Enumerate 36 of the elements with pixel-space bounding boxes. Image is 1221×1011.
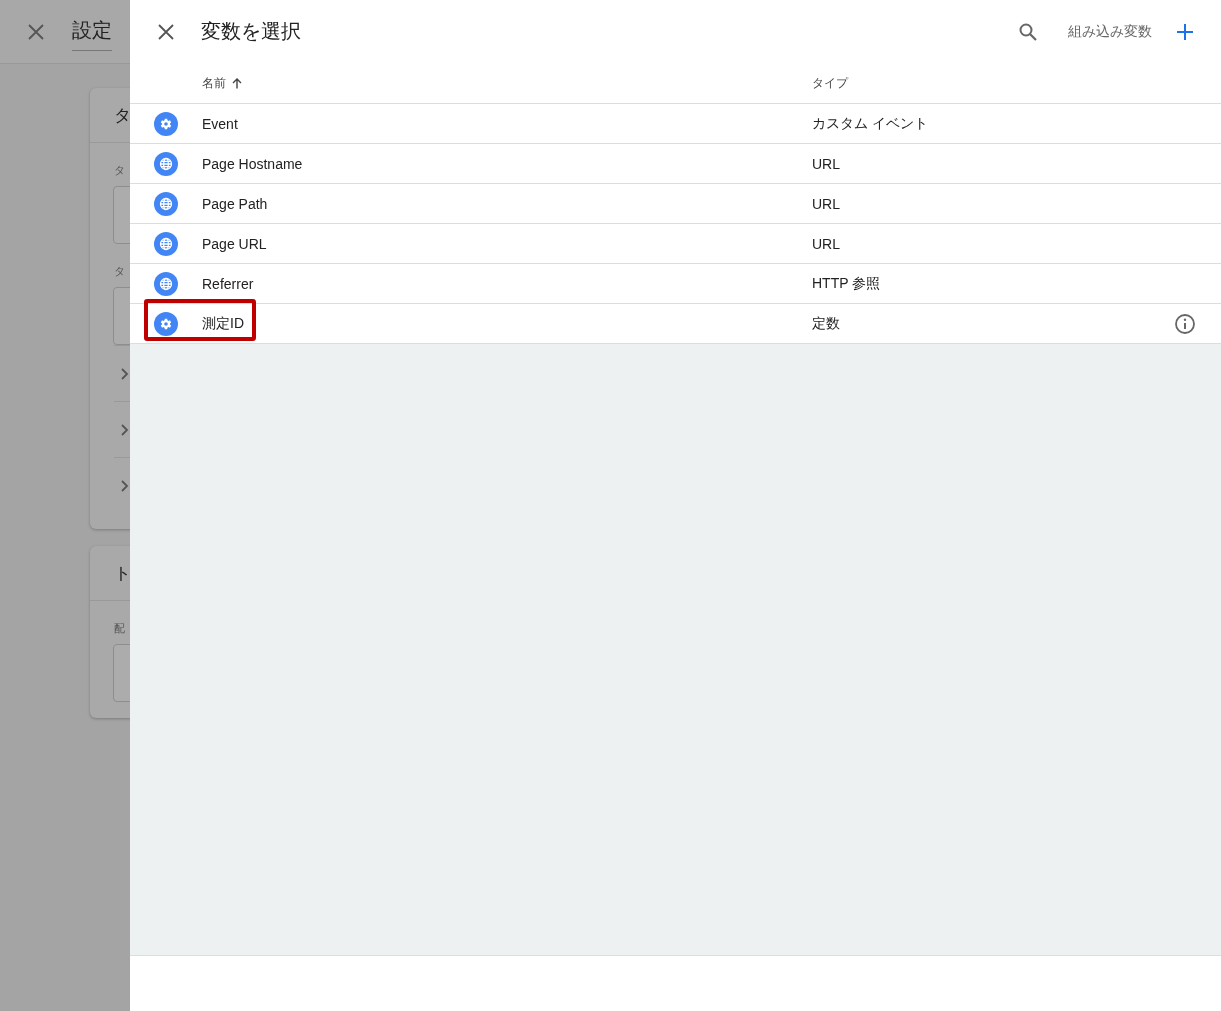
- variable-name: 測定ID: [202, 314, 245, 333]
- variable-type: カスタム イベント: [812, 114, 929, 133]
- variable-name: Event: [202, 115, 239, 132]
- variable-type: 定数: [812, 314, 841, 333]
- chevron-right-icon[interactable]: [120, 367, 130, 380]
- column-header[interactable]: 名前: [202, 74, 226, 92]
- field-label: 配: [114, 621, 126, 636]
- variable-name: Referrer: [202, 275, 255, 292]
- info-icon[interactable]: [1174, 312, 1196, 335]
- page-title: 設定: [72, 12, 112, 51]
- variable-type: URL: [812, 235, 841, 252]
- table-row[interactable]: Page URL URL: [130, 224, 1221, 264]
- field-label: タ: [114, 163, 126, 178]
- variable-type: URL: [812, 195, 841, 212]
- close-icon[interactable]: [157, 22, 175, 41]
- add-icon[interactable]: [1176, 22, 1194, 41]
- panel-title: 変数を選択: [201, 19, 302, 44]
- chevron-right-icon[interactable]: [120, 423, 130, 436]
- builtin-variables-button[interactable]: 組み込み変数: [1064, 18, 1156, 45]
- chevron-right-icon[interactable]: [120, 479, 130, 492]
- variable-type: URL: [812, 155, 841, 172]
- sort-arrow-icon[interactable]: [232, 77, 242, 89]
- column-header[interactable]: タイプ: [812, 74, 848, 92]
- table-row[interactable]: Page Hostname URL: [130, 144, 1221, 184]
- search-icon[interactable]: [1018, 21, 1038, 42]
- variable-name: Page URL: [202, 235, 268, 252]
- field-label: タ: [114, 264, 126, 279]
- variable-name: Page Path: [202, 195, 269, 212]
- variable-type: HTTP 参照: [812, 274, 882, 293]
- table-row[interactable]: Referrer HTTP 参照: [130, 264, 1221, 304]
- table-row[interactable]: Page Path URL: [130, 184, 1221, 224]
- card-title: タ: [114, 104, 130, 127]
- table-row[interactable]: Event カスタム イベント: [130, 104, 1221, 144]
- close-icon[interactable]: [26, 21, 46, 42]
- variable-name: Page Hostname: [202, 155, 304, 172]
- card-title: ト: [114, 562, 130, 585]
